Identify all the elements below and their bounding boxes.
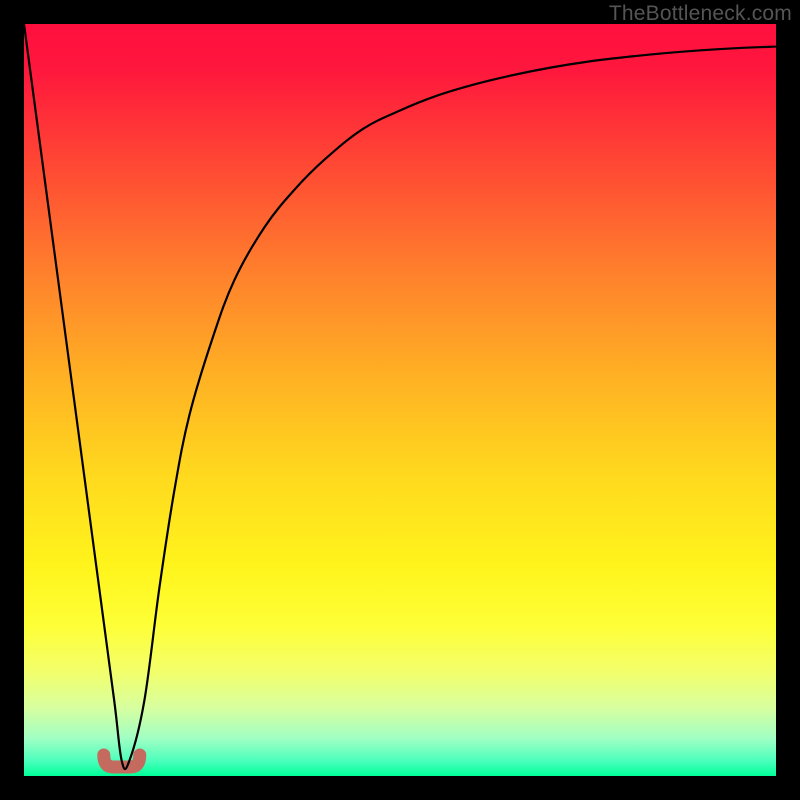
chart-plot-area [24,24,776,776]
bottleneck-curve [24,24,776,769]
chart-svg [24,24,776,776]
watermark-text: TheBottleneck.com [609,2,792,26]
